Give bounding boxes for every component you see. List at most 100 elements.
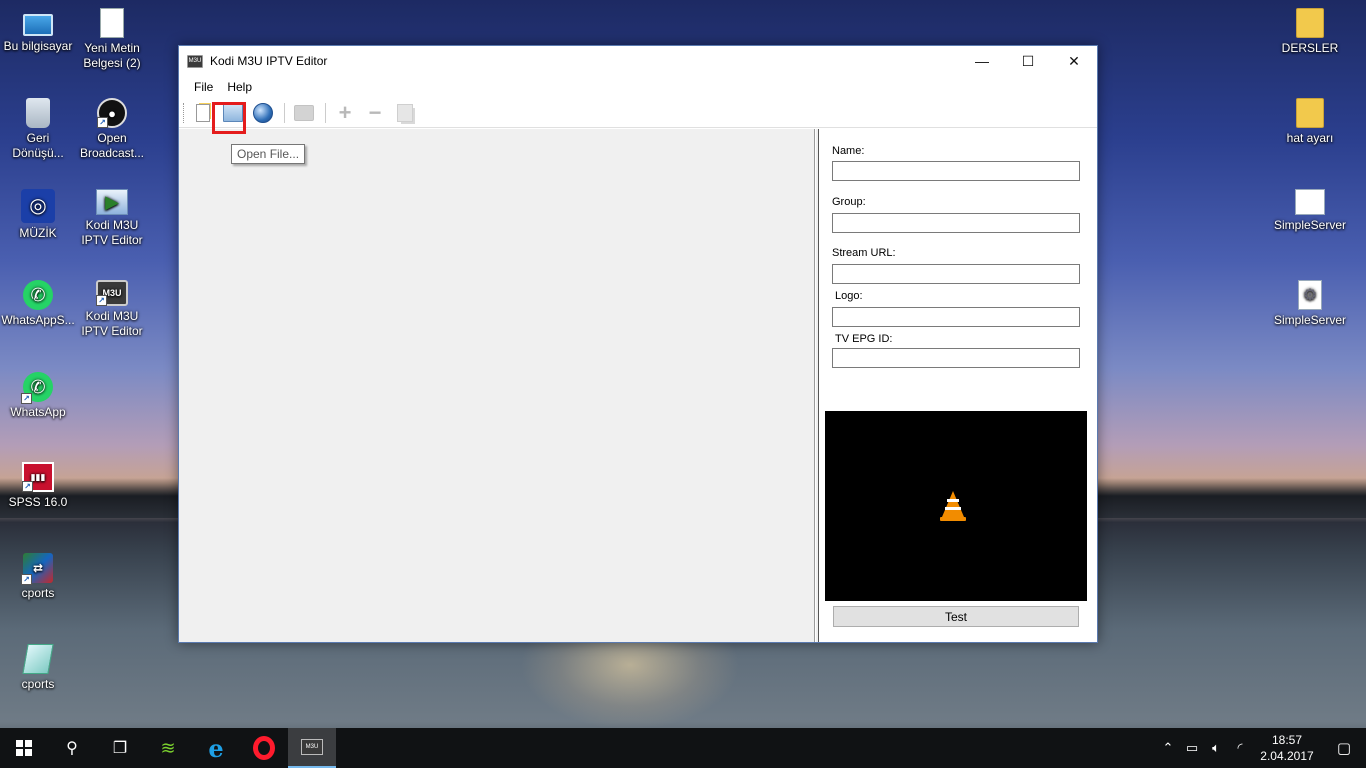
start-button[interactable] <box>0 728 48 768</box>
name-field[interactable] <box>832 161 1080 181</box>
simpleserver-config-icon: ⚙ <box>1298 280 1322 310</box>
desktop-icon-cports-2[interactable]: cports <box>0 644 76 692</box>
desktop-icon-whatsapp[interactable]: ✆ ↗ WhatsApp <box>0 372 76 420</box>
minimize-button[interactable]: — <box>959 46 1005 76</box>
desktop-icon-label: Bu bilgisayar <box>3 39 73 53</box>
shortcut-arrow-icon: ↗ <box>97 117 108 128</box>
cports-folder-icon <box>22 644 54 674</box>
desktop-icon-dersler[interactable]: DERSLER <box>1272 8 1348 56</box>
desktop-icon-label: SimpleServer <box>1273 313 1347 327</box>
desktop-icon-muzik[interactable]: ◎ MÜZİK <box>0 189 76 241</box>
toolbar-separator <box>325 102 326 123</box>
logo-field[interactable] <box>832 307 1080 327</box>
plus-icon: + <box>338 99 352 125</box>
desktop-icon-label: hat ayarı <box>1286 131 1334 145</box>
desktop-icon-recycle-bin[interactable]: Geri Dönüşü... <box>0 98 76 161</box>
battery-icon[interactable]: ▭ <box>1180 740 1204 756</box>
group-label: Group: <box>832 196 866 208</box>
desktop-icon-spss[interactable]: ▮▮▮ ↗ SPSS 16.0 <box>0 462 76 510</box>
menu-bar: File Help <box>179 76 1097 98</box>
desktop-icon-cports[interactable]: ⇄ ↗ cports <box>0 553 76 601</box>
task-view-button[interactable]: ❐ <box>96 728 144 768</box>
globe-icon <box>253 102 273 123</box>
music-icon: ◎ <box>21 189 55 223</box>
remove-channel-button[interactable]: − <box>362 100 388 126</box>
desktop-icon-label: MÜZİK <box>19 226 57 240</box>
m3u-icon: M3U ↗ <box>96 280 128 306</box>
shortcut-arrow-icon: ↗ <box>21 393 32 404</box>
taskbar-internet-explorer[interactable]: e <box>192 728 240 768</box>
volume-icon[interactable]: 🔈︎ <box>1204 740 1228 756</box>
open-file-highlight <box>212 102 246 134</box>
desktop-icon-label: Kodi M3U IPTV Editor <box>81 309 143 338</box>
video-preview[interactable] <box>825 411 1087 601</box>
desktop-icon-label: Geri Dönüşü... <box>12 131 64 160</box>
text-document-icon <box>100 8 124 38</box>
m3u-icon: M3U <box>301 739 323 755</box>
chevron-up-icon[interactable]: ⌃ <box>1156 740 1180 756</box>
desktop-icon-hat-ayari[interactable]: hat ayarı <box>1272 98 1348 146</box>
close-button[interactable]: ✕ <box>1051 46 1097 76</box>
wifi-app-icon: ≋ <box>160 737 176 758</box>
desktop-icon-simpleserver[interactable]: SimpleServer <box>1272 189 1348 233</box>
group-field[interactable] <box>832 213 1080 233</box>
desktop-icon-obs[interactable]: ● ↗ Open Broadcast... <box>74 98 150 161</box>
desktop-icon-label: Yeni Metin Belgesi (2) <box>83 41 141 70</box>
add-channel-button[interactable]: + <box>332 100 358 126</box>
tv-epg-id-field[interactable] <box>832 348 1080 368</box>
search-button[interactable]: ⚲ <box>48 728 96 768</box>
vlc-cone-stripe <box>947 499 959 502</box>
open-url-button[interactable] <box>250 100 276 126</box>
upload-icon <box>294 104 314 121</box>
desktop-icon-simpleserver-config[interactable]: ⚙ SimpleServer <box>1272 280 1348 328</box>
recycle-bin-icon <box>26 98 50 128</box>
stream-url-label: Stream URL: <box>832 247 896 259</box>
duplicate-channel-button[interactable] <box>392 100 418 126</box>
taskbar-kodi-m3u-editor[interactable]: M3U <box>288 728 336 768</box>
simpleserver-icon <box>1295 189 1325 215</box>
folder-icon <box>1296 98 1324 128</box>
upload-button[interactable] <box>291 100 317 126</box>
clock[interactable]: 18:57 2.04.2017 <box>1252 732 1322 764</box>
folder-icon <box>1296 8 1324 38</box>
window-content: Name: Group: Stream URL: Logo: TV EPG ID… <box>179 129 1097 642</box>
desktop-icon-whatsapp-setup[interactable]: ✆ WhatsAppS... <box>0 280 76 328</box>
toolbar: + − <box>179 98 1097 128</box>
kodi-editor-icon: ▶ <box>96 189 128 215</box>
desktop-icon-kodi-editor-shortcut[interactable]: M3U ↗ Kodi M3U IPTV Editor <box>74 280 150 339</box>
spss-icon: ▮▮▮ ↗ <box>22 462 54 492</box>
shortcut-arrow-icon: ↗ <box>22 481 33 492</box>
tv-epg-id-label: TV EPG ID: <box>835 333 893 345</box>
stream-url-field[interactable] <box>832 264 1080 284</box>
shortcut-arrow-icon: ↗ <box>96 295 107 306</box>
desktop-icon-label: cports <box>21 677 55 691</box>
taskbar-wifi-app[interactable]: ≋ <box>144 728 192 768</box>
obs-icon: ● ↗ <box>97 98 127 128</box>
maximize-button[interactable]: ☐ <box>1005 46 1051 76</box>
channel-list[interactable] <box>179 129 815 642</box>
minus-icon: − <box>368 99 382 125</box>
clock-date: 2.04.2017 <box>1260 749 1314 763</box>
network-icon[interactable]: ◜ <box>1228 740 1252 756</box>
opera-icon <box>253 736 275 760</box>
desktop-icon-label: Kodi M3U IPTV Editor <box>81 218 143 247</box>
cports-icon: ⇄ ↗ <box>21 553 53 585</box>
toolbar-grip[interactable] <box>183 102 186 123</box>
menu-help[interactable]: Help <box>220 80 259 94</box>
menu-file[interactable]: File <box>187 80 220 94</box>
notification-icon[interactable]: ▢ <box>1322 739 1366 757</box>
copy-icon <box>397 103 413 122</box>
clock-time: 18:57 <box>1271 733 1303 747</box>
taskbar: ⚲ ❐ ≋ e M3U ⌃ ▭ 🔈︎ ◜ 18:57 2.04.2017 ▢ <box>0 728 1366 768</box>
channel-details: Name: Group: Stream URL: Logo: TV EPG ID… <box>819 129 1097 642</box>
logo-label: Logo: <box>835 290 863 302</box>
desktop-icon-text-document[interactable]: Yeni Metin Belgesi (2) <box>74 8 150 71</box>
open-file-tooltip: Open File... <box>231 144 306 164</box>
test-button[interactable]: Test <box>833 606 1079 627</box>
desktop-icon-this-pc[interactable]: Bu bilgisayar <box>0 8 76 54</box>
title-bar[interactable]: M3U Kodi M3U IPTV Editor — ☐ ✕ <box>179 46 1097 76</box>
internet-explorer-icon: e <box>208 733 224 763</box>
window-controls: — ☐ ✕ <box>959 46 1097 76</box>
taskbar-opera[interactable] <box>240 728 288 768</box>
desktop-icon-kodi-editor[interactable]: ▶ Kodi M3U IPTV Editor <box>74 189 150 248</box>
